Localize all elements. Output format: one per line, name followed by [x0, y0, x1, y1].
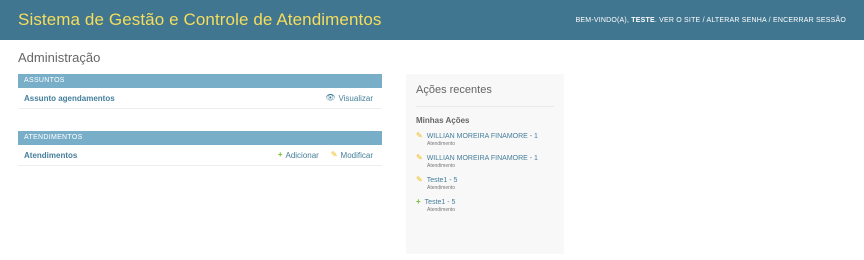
list-item: ✎ WILLIAN MOREIRA FINAMORE - 1 Atendimen… [416, 153, 554, 170]
user-tools: BEM-VINDO(A), TESTE. VER O SITE / ALTERA… [575, 16, 846, 24]
add-button[interactable]: + Adicionar [278, 151, 319, 160]
welcome-text: BEM-VINDO(A), [575, 16, 630, 24]
site-title[interactable]: Sistema de Gestão e Controle de Atendime… [18, 10, 382, 30]
view-label: Visualizar [338, 93, 373, 103]
change-label: Modificar [340, 150, 373, 160]
view-site-link[interactable]: VER O SITE [659, 17, 700, 24]
edit-icon: ✎ [416, 175, 423, 184]
username: TESTE [631, 16, 655, 24]
view-button[interactable]: 👁︎ Visualizar [325, 94, 373, 103]
edit-icon: ✎ [416, 131, 423, 140]
list-item: ✎ Teste1 - 5 Atendimento [416, 175, 554, 192]
module-caption[interactable]: ASSUNTOS [18, 74, 382, 88]
model-link-assunto-agendamentos[interactable]: Assunto agendamentos [24, 94, 115, 103]
model-row: Assunto agendamentos 👁︎ Visualizar [18, 88, 382, 109]
page-title: Administração [18, 50, 101, 65]
change-button[interactable]: ✎ Modificar [331, 151, 373, 160]
row-actions: 👁︎ Visualizar [325, 94, 373, 103]
content-type-label: Atendimento [427, 163, 456, 169]
content-type-label: Atendimento [427, 185, 456, 191]
change-password-link[interactable]: ALTERAR SENHA [706, 17, 766, 24]
recent-actions-panel: Ações recentes Minhas Ações ✎ WILLIAN MO… [406, 74, 564, 254]
model-row: Atendimentos + Adicionar ✎ Modificar [18, 145, 382, 166]
recent-actions-list: ✎ WILLIAN MOREIRA FINAMORE - 1 Atendimen… [416, 131, 554, 214]
add-label: Adicionar [285, 150, 319, 160]
logout-link[interactable]: ENCERRAR SESSÃO [773, 17, 846, 24]
model-link-atendimentos[interactable]: Atendimentos [24, 151, 77, 160]
row-actions: + Adicionar ✎ Modificar [278, 151, 373, 160]
content-type-label: Atendimento [427, 141, 456, 147]
list-item: ✎ WILLIAN MOREIRA FINAMORE - 1 Atendimen… [416, 131, 554, 148]
list-item: + Teste1 - 5 Atendimento [416, 197, 554, 214]
content-type-label: Atendimento [427, 207, 456, 213]
header: Sistema de Gestão e Controle de Atendime… [0, 0, 864, 40]
add-icon: + [277, 150, 283, 159]
edit-icon: ✎ [330, 150, 338, 159]
my-actions-title: Minhas Ações [416, 116, 470, 125]
edit-icon: ✎ [416, 153, 423, 162]
module-caption[interactable]: ATENDIMENTOS [18, 131, 382, 145]
recent-action-link[interactable]: WILLIAN MOREIRA FINAMORE - 1 [427, 133, 538, 140]
eye-icon: 👁︎ [325, 93, 336, 102]
add-icon: + [416, 197, 421, 206]
recent-action-link[interactable]: Teste1 - 5 [425, 199, 456, 206]
recent-action-link[interactable]: Teste1 - 5 [427, 177, 458, 184]
module-atendimentos: ATENDIMENTOS Atendimentos + Adicionar ✎ … [18, 131, 382, 166]
recent-action-link[interactable]: WILLIAN MOREIRA FINAMORE - 1 [427, 155, 538, 162]
module-assuntos: ASSUNTOS Assunto agendamentos 👁︎ Visuali… [18, 74, 382, 109]
recent-actions-title: Ações recentes [416, 74, 554, 107]
